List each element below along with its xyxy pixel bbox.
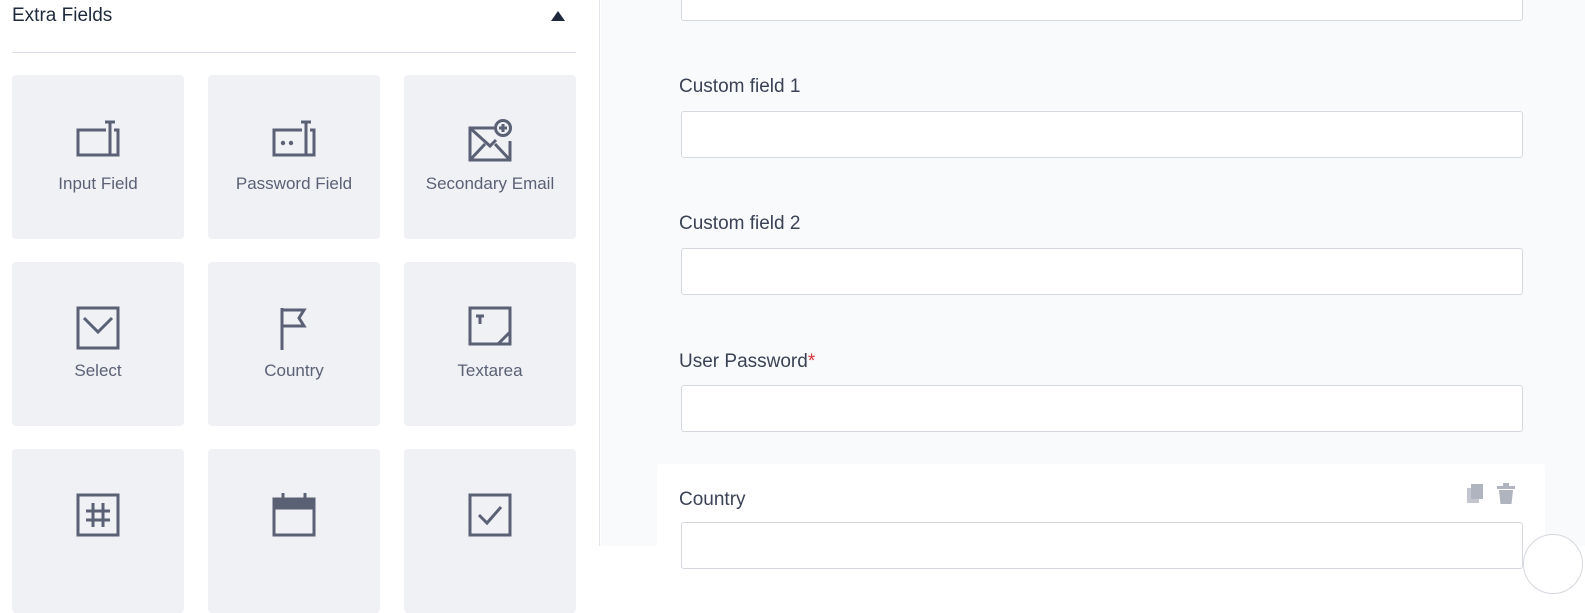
tile-date[interactable]: [208, 449, 380, 613]
tile-checkbox[interactable]: [404, 449, 576, 613]
section-title: Extra Fields: [12, 5, 113, 26]
extra-fields-section-header[interactable]: Extra Fields: [12, 0, 576, 53]
tile-country[interactable]: Country: [208, 262, 380, 426]
fields-sidebar: Extra Fields Input Field Password Field: [0, 0, 600, 613]
checkbox-icon: [468, 493, 512, 537]
tile-number[interactable]: [12, 449, 184, 613]
tile-secondary-email[interactable]: Secondary Email: [404, 75, 576, 239]
user-password-input[interactable]: [681, 385, 1523, 432]
previous-field-input[interactable]: [681, 0, 1523, 21]
field-label-country: Country: [679, 489, 746, 510]
trash-icon[interactable]: [1495, 482, 1517, 506]
tile-input-field[interactable]: Input Field: [12, 75, 184, 239]
textarea-icon: [468, 306, 512, 350]
required-asterisk: *: [807, 351, 816, 372]
tile-label: Password Field: [235, 174, 353, 193]
field-label-text: User Password: [679, 351, 808, 372]
tile-select[interactable]: Select: [12, 262, 184, 426]
collapse-triangle-icon[interactable]: [548, 8, 568, 24]
field-label-custom-1: Custom field 1: [679, 76, 801, 97]
secondary-email-icon: [468, 119, 512, 163]
tile-textarea[interactable]: Textarea: [404, 262, 576, 426]
tile-password-field[interactable]: Password Field: [208, 75, 380, 239]
password-field-icon: [272, 119, 316, 163]
tile-label: Input Field: [58, 174, 138, 193]
custom-field-2-input[interactable]: [681, 248, 1523, 295]
country-field-card[interactable]: Country: [657, 464, 1545, 569]
duplicate-icon[interactable]: [1465, 482, 1487, 506]
input-field-icon: [76, 119, 120, 163]
field-label-custom-2: Custom field 2: [679, 213, 801, 234]
country-flag-icon: [272, 306, 316, 350]
select-icon: [76, 306, 120, 350]
form-builder-canvas: Custom field 1 Custom field 2 User Passw…: [601, 0, 1585, 594]
number-icon: [76, 493, 120, 537]
custom-field-1-input[interactable]: [681, 111, 1523, 158]
date-calendar-icon: [272, 493, 316, 537]
tile-label: Secondary Email: [425, 174, 555, 193]
tile-label: Select: [74, 361, 122, 380]
tile-label: Textarea: [457, 361, 523, 380]
floating-circle-button[interactable]: [1523, 534, 1583, 594]
tile-label: Country: [264, 361, 324, 380]
field-label-user-password: User Password*: [679, 351, 815, 373]
